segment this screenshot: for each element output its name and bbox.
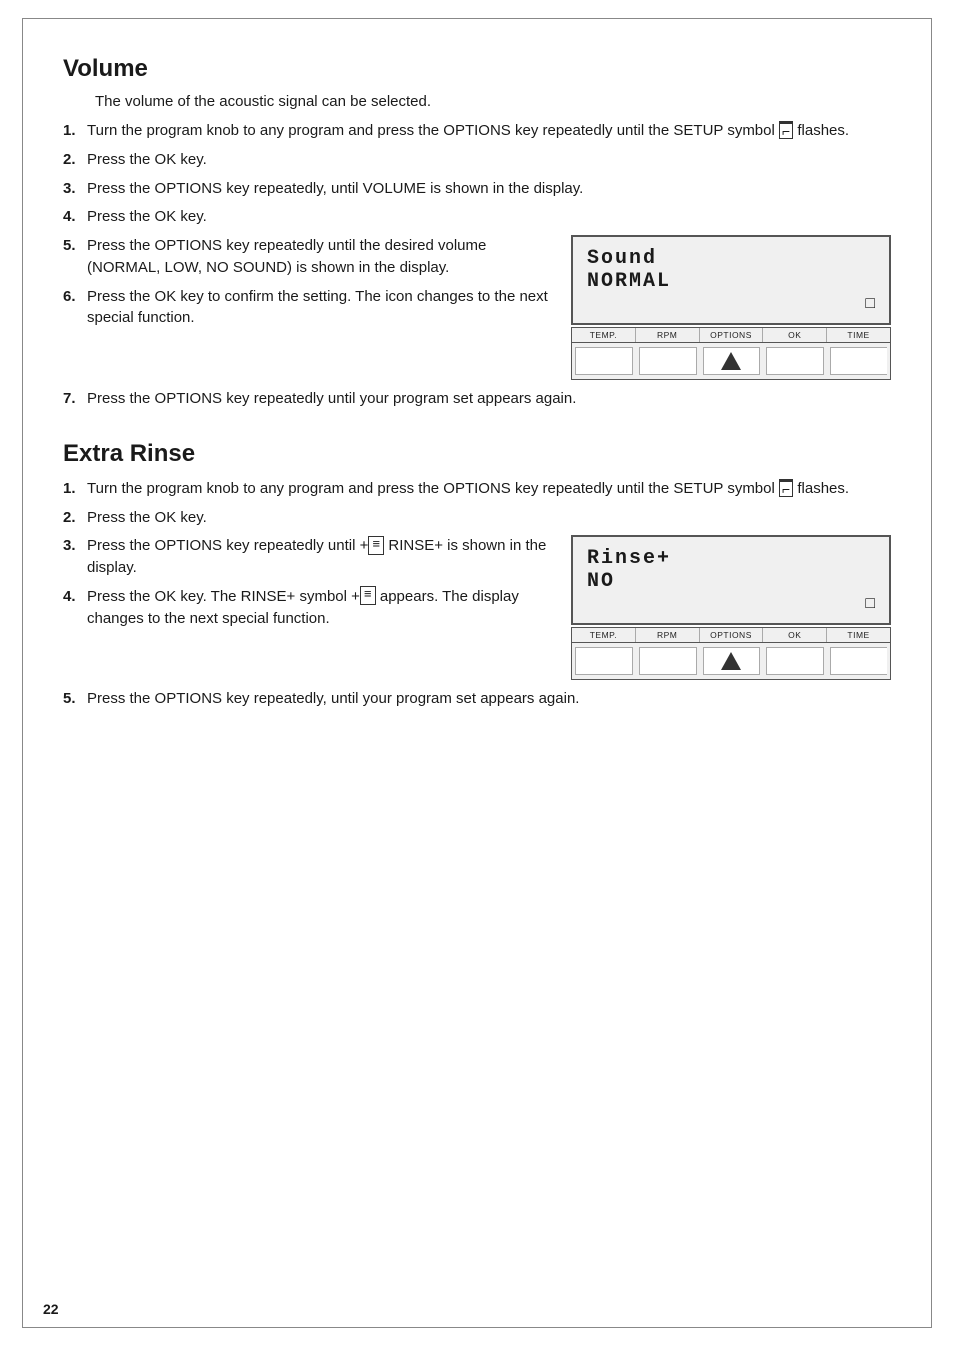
extra-rinse-steps-col: 3. Press the OPTIONS key repeatedly unti…	[63, 535, 551, 680]
list-item: 5. Press the OPTIONS key repeatedly unti…	[63, 235, 551, 279]
step-text: Press the OPTIONS key repeatedly, until …	[87, 178, 891, 200]
list-item: 4. Press the OK key.	[63, 206, 891, 228]
extra-rinse-display-col: Rinse+ NO □ TEMP. RPM OPTIONS OK TIME	[571, 535, 891, 680]
list-item: 2. Press the OK key.	[63, 149, 891, 171]
extra-rinse-step-5: 5. Press the OPTIONS key repeatedly, unt…	[63, 688, 891, 710]
button-labels-row: TEMP. RPM OPTIONS OK TIME	[572, 628, 890, 643]
display-line-2: NO	[587, 570, 875, 593]
btn-options[interactable]	[703, 347, 761, 375]
step-number: 5.	[63, 688, 83, 710]
btn-options[interactable]	[703, 647, 761, 675]
volume-step-7: 7. Press the OPTIONS key repeatedly unti…	[63, 388, 891, 410]
step-number: 6.	[63, 286, 83, 330]
display-line-2: NORMAL	[587, 270, 875, 293]
btn-time[interactable]	[830, 647, 887, 675]
step-text: Press the OK key. The RINSE+ symbol +≡ a…	[87, 586, 551, 630]
btn-label-rpm: RPM	[636, 628, 700, 642]
step-number: 3.	[63, 178, 83, 200]
step-number: 7.	[63, 388, 83, 410]
step-text: Turn the program knob to any program and…	[87, 120, 891, 142]
rinse-plus-icon-2: ≡	[360, 586, 376, 605]
btn-ok[interactable]	[766, 647, 824, 675]
list-item: 4. Press the OK key. The RINSE+ symbol +…	[63, 586, 551, 630]
list-item: 6. Press the OK key to confirm the setti…	[63, 286, 551, 330]
volume-intro: The volume of the acoustic signal can be…	[95, 93, 891, 110]
display-setup-icon: □	[865, 295, 875, 313]
step-number: 5.	[63, 235, 83, 279]
step-number: 4.	[63, 586, 83, 630]
btn-label-ok: OK	[763, 628, 827, 642]
button-cells-row	[572, 643, 890, 679]
step-text: Press the OK key to confirm the setting.…	[87, 286, 551, 330]
volume-display-col: Sound NORMAL □ TEMP. RPM OPTIONS OK TIME	[571, 235, 891, 380]
step-number: 2.	[63, 149, 83, 171]
list-item: 7. Press the OPTIONS key repeatedly unti…	[63, 388, 891, 410]
step-text: Press the OPTIONS key repeatedly, until …	[87, 688, 891, 710]
btn-ok[interactable]	[766, 347, 824, 375]
volume-heading: Volume	[63, 55, 891, 83]
step-number: 4.	[63, 206, 83, 228]
extra-rinse-display-panel: Rinse+ NO □	[571, 535, 891, 625]
list-item: 1. Turn the program knob to any program …	[63, 478, 891, 500]
btn-label-time: TIME	[827, 628, 890, 642]
volume-steps-with-display: 5. Press the OPTIONS key repeatedly unti…	[63, 235, 891, 380]
extra-rinse-section: Extra Rinse 1. Turn the program knob to …	[63, 440, 891, 710]
step-text: Press the OK key.	[87, 149, 891, 171]
step-number: 1.	[63, 120, 83, 142]
page-border: Volume The volume of the acoustic signal…	[22, 18, 932, 1328]
step-number: 3.	[63, 535, 83, 579]
setup-symbol-icon: ⌐	[779, 121, 793, 139]
page-number: 22	[43, 1301, 59, 1317]
list-item: 3. Press the OPTIONS key repeatedly, unt…	[63, 178, 891, 200]
extra-rinse-steps-1-2: 1. Turn the program knob to any program …	[63, 478, 891, 529]
volume-steps-1-4: 1. Turn the program knob to any program …	[63, 120, 891, 228]
btn-label-options: OPTIONS	[700, 628, 764, 642]
btn-rpm[interactable]	[639, 647, 697, 675]
btn-label-temp: TEMP.	[572, 328, 636, 342]
step-text: Press the OK key.	[87, 206, 891, 228]
display-setup-icon: □	[865, 595, 875, 613]
display-line-1: Rinse+	[587, 547, 875, 570]
step-text: Press the OK key.	[87, 507, 891, 529]
button-labels-row: TEMP. RPM OPTIONS OK TIME	[572, 328, 890, 343]
step-text: Turn the program knob to any program and…	[87, 478, 891, 500]
btn-label-ok: OK	[763, 328, 827, 342]
btn-rpm[interactable]	[639, 347, 697, 375]
btn-temp[interactable]	[575, 347, 633, 375]
list-item: 3. Press the OPTIONS key repeatedly unti…	[63, 535, 551, 579]
extra-rinse-steps-with-display: 3. Press the OPTIONS key repeatedly unti…	[63, 535, 891, 680]
list-item: 2. Press the OK key.	[63, 507, 891, 529]
volume-button-row: TEMP. RPM OPTIONS OK TIME	[571, 327, 891, 380]
btn-time[interactable]	[830, 347, 887, 375]
options-arrow-icon	[721, 652, 741, 670]
btn-label-temp: TEMP.	[572, 628, 636, 642]
options-arrow-icon	[721, 352, 741, 370]
button-cells-row	[572, 343, 890, 379]
step-text: Press the OPTIONS key repeatedly until +…	[87, 535, 551, 579]
btn-label-options: OPTIONS	[700, 328, 764, 342]
volume-steps-col: 5. Press the OPTIONS key repeatedly unti…	[63, 235, 551, 380]
btn-label-time: TIME	[827, 328, 890, 342]
step-number: 2.	[63, 507, 83, 529]
btn-label-rpm: RPM	[636, 328, 700, 342]
volume-section: Volume The volume of the acoustic signal…	[63, 55, 891, 410]
extra-rinse-button-row: TEMP. RPM OPTIONS OK TIME	[571, 627, 891, 680]
extra-rinse-heading: Extra Rinse	[63, 440, 891, 468]
setup-symbol-icon: ⌐	[779, 479, 793, 497]
step-text: Press the OPTIONS key repeatedly until t…	[87, 235, 551, 279]
list-item: 5. Press the OPTIONS key repeatedly, unt…	[63, 688, 891, 710]
display-line-1: Sound	[587, 247, 875, 270]
volume-display-panel: Sound NORMAL □	[571, 235, 891, 325]
rinse-plus-icon: ≡	[368, 536, 384, 555]
btn-temp[interactable]	[575, 647, 633, 675]
list-item: 1. Turn the program knob to any program …	[63, 120, 891, 142]
step-text: Press the OPTIONS key repeatedly until y…	[87, 388, 891, 410]
step-number: 1.	[63, 478, 83, 500]
